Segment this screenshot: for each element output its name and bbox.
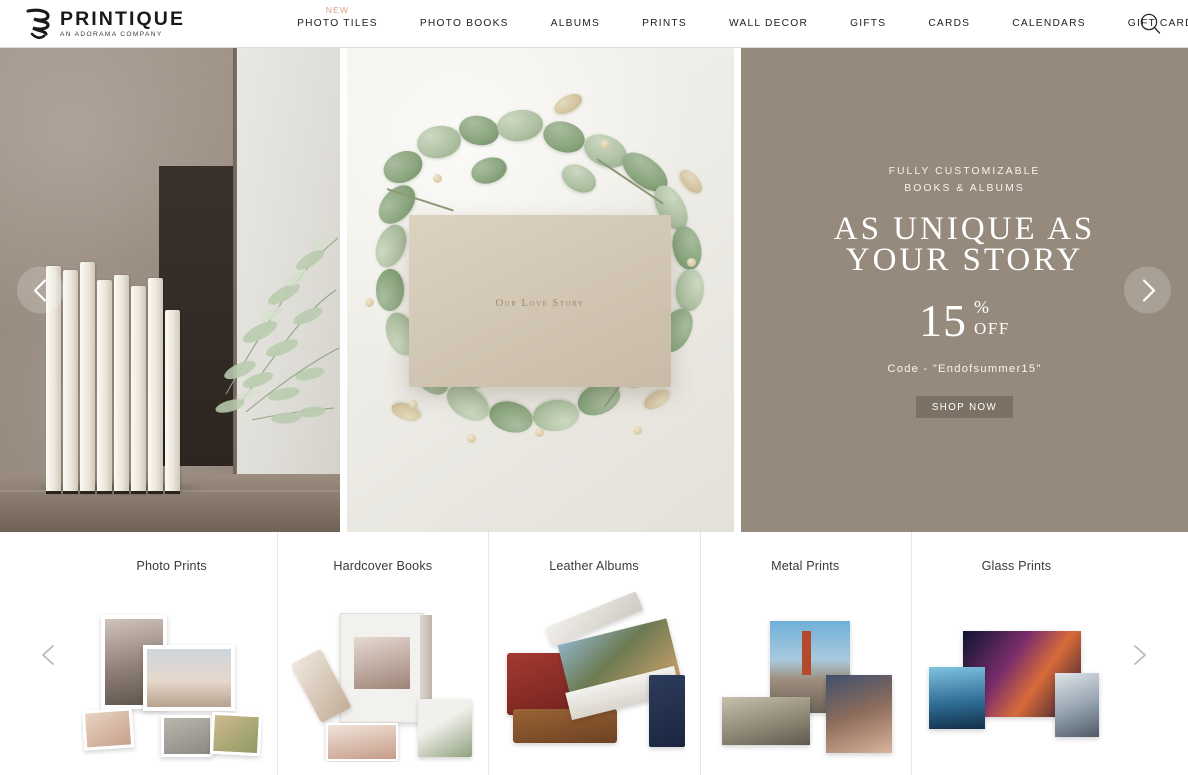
- photo-album-cover[interactable]: Our Love Story: [409, 215, 671, 387]
- photo-books-stack: [46, 262, 180, 494]
- category-carousel: Photo Prints Hardcover Books Leather Alb…: [0, 532, 1188, 775]
- hero-prev-button[interactable]: [17, 266, 64, 314]
- promo-headline-line1: AS UNIQUE AS: [833, 210, 1096, 247]
- album-cover-title: Our Love Story: [495, 297, 585, 309]
- logo-tagline: AN ADORAMA COMPANY: [60, 31, 163, 39]
- category-label: Metal Prints: [771, 559, 840, 573]
- hero-next-button[interactable]: [1124, 266, 1171, 314]
- category-thumbnail-leather-albums: [503, 587, 685, 762]
- nav-item-albums[interactable]: ALBUMS: [551, 18, 600, 29]
- nav-label: PHOTO TILES: [297, 18, 378, 29]
- category-label: Glass Prints: [981, 559, 1052, 573]
- chevron-left-icon: [42, 645, 54, 665]
- chevron-left-icon: [33, 278, 46, 302]
- category-thumbnail-photo-prints: [80, 587, 263, 762]
- category-card-glass-prints[interactable]: Glass Prints: [910, 532, 1122, 775]
- promo-eyebrow: FULLY CUSTOMIZABLE BOOKS & ALBUMS: [889, 163, 1041, 197]
- promo-eyebrow-line1: FULLY CUSTOMIZABLE: [888, 165, 1041, 177]
- discount-suffix: % OFF: [974, 296, 1010, 338]
- shop-now-button[interactable]: SHOP NOW: [915, 395, 1014, 418]
- discount-percent-sign: %: [974, 296, 989, 317]
- discount-number: 15: [919, 294, 967, 346]
- main-navigation: NEW PHOTO TILES PHOTO BOOKS ALBUMS PRINT…: [297, 0, 1188, 47]
- promo-headline: AS UNIQUE AS YOUR STORY: [833, 210, 1096, 278]
- nav-item-photo-tiles[interactable]: NEW PHOTO TILES: [297, 5, 378, 29]
- chevron-right-icon: [1134, 645, 1146, 665]
- category-thumbnail-glass-prints: [925, 587, 1108, 762]
- category-card-hardcover-books[interactable]: Hardcover Books: [277, 532, 488, 775]
- category-card-metal-prints[interactable]: Metal Prints: [699, 532, 911, 775]
- chevron-right-icon: [1142, 278, 1155, 302]
- hero-carousel: Our Love Story FULLY CUSTOMIZABLE BOOKS …: [0, 48, 1188, 532]
- promo-content: FULLY CUSTOMIZABLE BOOKS & ALBUMS AS UNI…: [741, 48, 1188, 532]
- nav-item-cards[interactable]: CARDS: [928, 18, 970, 29]
- category-card-leather-albums[interactable]: Leather Albums: [488, 532, 699, 775]
- nav-badge-new: NEW: [325, 5, 350, 15]
- nav-item-wall-decor[interactable]: WALL DECOR: [729, 18, 808, 29]
- category-next-button[interactable]: [1126, 642, 1152, 668]
- category-label: Hardcover Books: [333, 559, 433, 573]
- nav-item-photo-books[interactable]: PHOTO BOOKS: [420, 18, 509, 29]
- logo[interactable]: PRINTIQUE AN ADORAMA COMPANY: [24, 0, 185, 47]
- promo-discount: 15 % OFF: [919, 294, 1010, 346]
- fern-plant-decoration: [215, 233, 340, 424]
- nav-item-gifts[interactable]: GIFTS: [850, 18, 886, 29]
- nav-item-prints[interactable]: PRINTS: [642, 18, 687, 29]
- site-header: PRINTIQUE AN ADORAMA COMPANY NEW PHOTO T…: [0, 0, 1188, 48]
- category-label: Photo Prints: [136, 559, 207, 573]
- nav-item-calendars[interactable]: CALENDARS: [1012, 18, 1086, 29]
- category-card-photo-prints[interactable]: Photo Prints: [66, 532, 277, 775]
- discount-off-label: OFF: [974, 318, 1010, 338]
- printique-swirl-logo-icon: [26, 8, 50, 39]
- logo-name: PRINTIQUE: [60, 7, 186, 30]
- category-prev-button[interactable]: [36, 642, 62, 668]
- hero-slide-promo[interactable]: FULLY CUSTOMIZABLE BOOKS & ALBUMS AS UNI…: [741, 48, 1188, 532]
- promo-code-text: Code - "Endofsummer15": [887, 362, 1042, 375]
- search-icon[interactable]: [1138, 11, 1164, 37]
- hero-slide-album[interactable]: Our Love Story: [347, 48, 734, 532]
- category-thumbnail-metal-prints: [714, 587, 897, 762]
- promo-headline-line2: YOUR STORY: [845, 241, 1084, 278]
- category-label: Leather Albums: [549, 559, 639, 573]
- promo-eyebrow-line2: BOOKS & ALBUMS: [904, 182, 1025, 194]
- category-thumbnail-hardcover-books: [291, 587, 474, 762]
